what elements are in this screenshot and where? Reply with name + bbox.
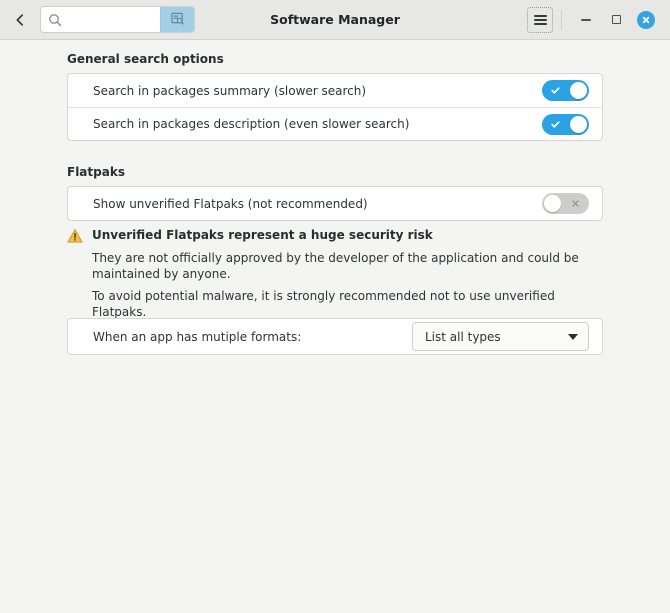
warning-line-1: They are not officially approved by the … <box>92 251 579 281</box>
chevron-down-icon <box>568 333 578 340</box>
minimize-icon <box>581 18 591 21</box>
row-label-search-description: Search in packages description (even slo… <box>93 117 410 131</box>
maximize-icon <box>611 15 621 24</box>
search-icon <box>41 13 69 27</box>
close-button[interactable] <box>635 9 657 31</box>
toggle-knob <box>570 115 587 133</box>
toggle-search-description[interactable] <box>542 113 589 135</box>
package-search-icon <box>170 11 185 29</box>
maximize-button[interactable] <box>605 9 627 31</box>
window-controls <box>527 0 670 39</box>
row-search-summary[interactable]: Search in packages summary (slower searc… <box>68 74 602 107</box>
chevron-left-icon <box>13 13 27 27</box>
row-search-description[interactable]: Search in packages description (even slo… <box>68 107 602 140</box>
warning-line-2: To avoid potential malware, it is strong… <box>92 289 555 319</box>
check-icon <box>545 114 566 135</box>
warning-header: Unverified Flatpaks represent a huge sec… <box>67 228 603 244</box>
row-label-show-unverified-flatpaks: Show unverified Flatpaks (not recommende… <box>93 196 368 211</box>
app-formats-selected-value: List all types <box>425 329 501 344</box>
warning-title: Unverified Flatpaks represent a huge sec… <box>92 228 433 242</box>
hamburger-menu-button[interactable] <box>527 6 553 33</box>
package-search-button[interactable] <box>160 7 194 32</box>
window-titlebar: Software Manager <box>0 0 670 40</box>
unverified-flatpak-warning: Unverified Flatpaks represent a huge sec… <box>67 228 603 320</box>
toggle-knob <box>544 195 561 212</box>
toggle-knob <box>570 82 587 99</box>
row-label-search-summary: Search in packages summary (slower searc… <box>93 83 367 98</box>
row-label-app-formats: When an app has mutiple formats: <box>93 329 302 344</box>
hamburger-menu-icon <box>533 13 547 27</box>
panel-flatpaks: Show unverified Flatpaks (not recommende… <box>67 186 603 221</box>
close-icon <box>637 10 655 29</box>
toggle-search-summary[interactable] <box>542 80 589 101</box>
minimize-button[interactable] <box>575 9 597 31</box>
section-heading-general: General search options <box>67 52 224 66</box>
check-icon <box>545 80 566 101</box>
warning-body: They are not officially approved by the … <box>92 250 592 320</box>
warning-triangle-icon <box>67 228 83 244</box>
row-app-formats: When an app has mutiple formats: List al… <box>68 319 602 354</box>
panel-general-search: Search in packages summary (slower searc… <box>67 73 603 141</box>
search-box[interactable] <box>40 6 195 33</box>
back-button[interactable] <box>3 5 37 35</box>
app-formats-dropdown[interactable]: List all types <box>412 322 589 351</box>
row-show-unverified-flatpaks[interactable]: Show unverified Flatpaks (not recommende… <box>68 187 602 220</box>
titlebar-separator <box>561 9 562 30</box>
search-input[interactable] <box>69 7 160 32</box>
cross-icon <box>565 193 586 214</box>
panel-app-formats: When an app has mutiple formats: List al… <box>67 318 603 355</box>
toggle-show-unverified-flatpaks[interactable] <box>542 193 589 214</box>
section-heading-flatpaks: Flatpaks <box>67 165 125 179</box>
